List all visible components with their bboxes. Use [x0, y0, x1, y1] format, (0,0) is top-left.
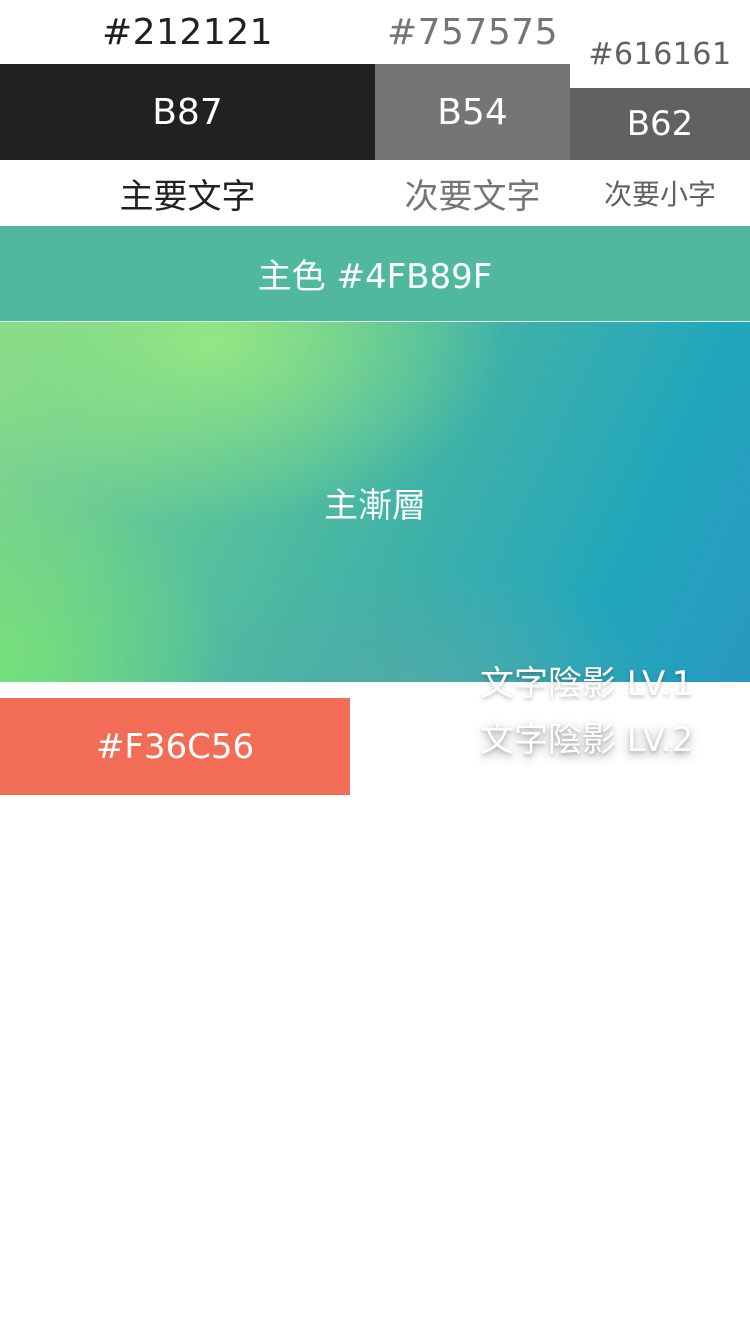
text-sample-secondary: 次要文字	[404, 176, 541, 217]
swatch-b54: B54	[375, 64, 570, 160]
text-sample-small: 次要小字	[603, 178, 716, 211]
hex-label-secondary-small: #616161	[588, 36, 732, 72]
text-shadow-lv2: 文字陰影 LV.2	[480, 720, 694, 760]
hex-label-secondary-text: #757575	[386, 11, 559, 53]
text-sample-primary: 主要文字	[119, 176, 256, 217]
hex-label-primary-text: #212121	[101, 11, 274, 53]
swatch-b87: B87	[0, 64, 375, 160]
gradient-label: 主漸層	[324, 485, 426, 526]
primary-gradient-block: 主漸層	[0, 322, 750, 682]
text-shadow-lv1: 文字陰影 LV.1	[480, 664, 694, 704]
primary-color-band: 主色 #4FB89F	[0, 226, 750, 321]
swatch-b62: B62	[570, 88, 750, 160]
color-palette-page: #212121 #757575 #616161 B87 B54 B62 主要文字…	[0, 0, 750, 1334]
accent-color-swatch: #F36C56	[0, 698, 350, 795]
